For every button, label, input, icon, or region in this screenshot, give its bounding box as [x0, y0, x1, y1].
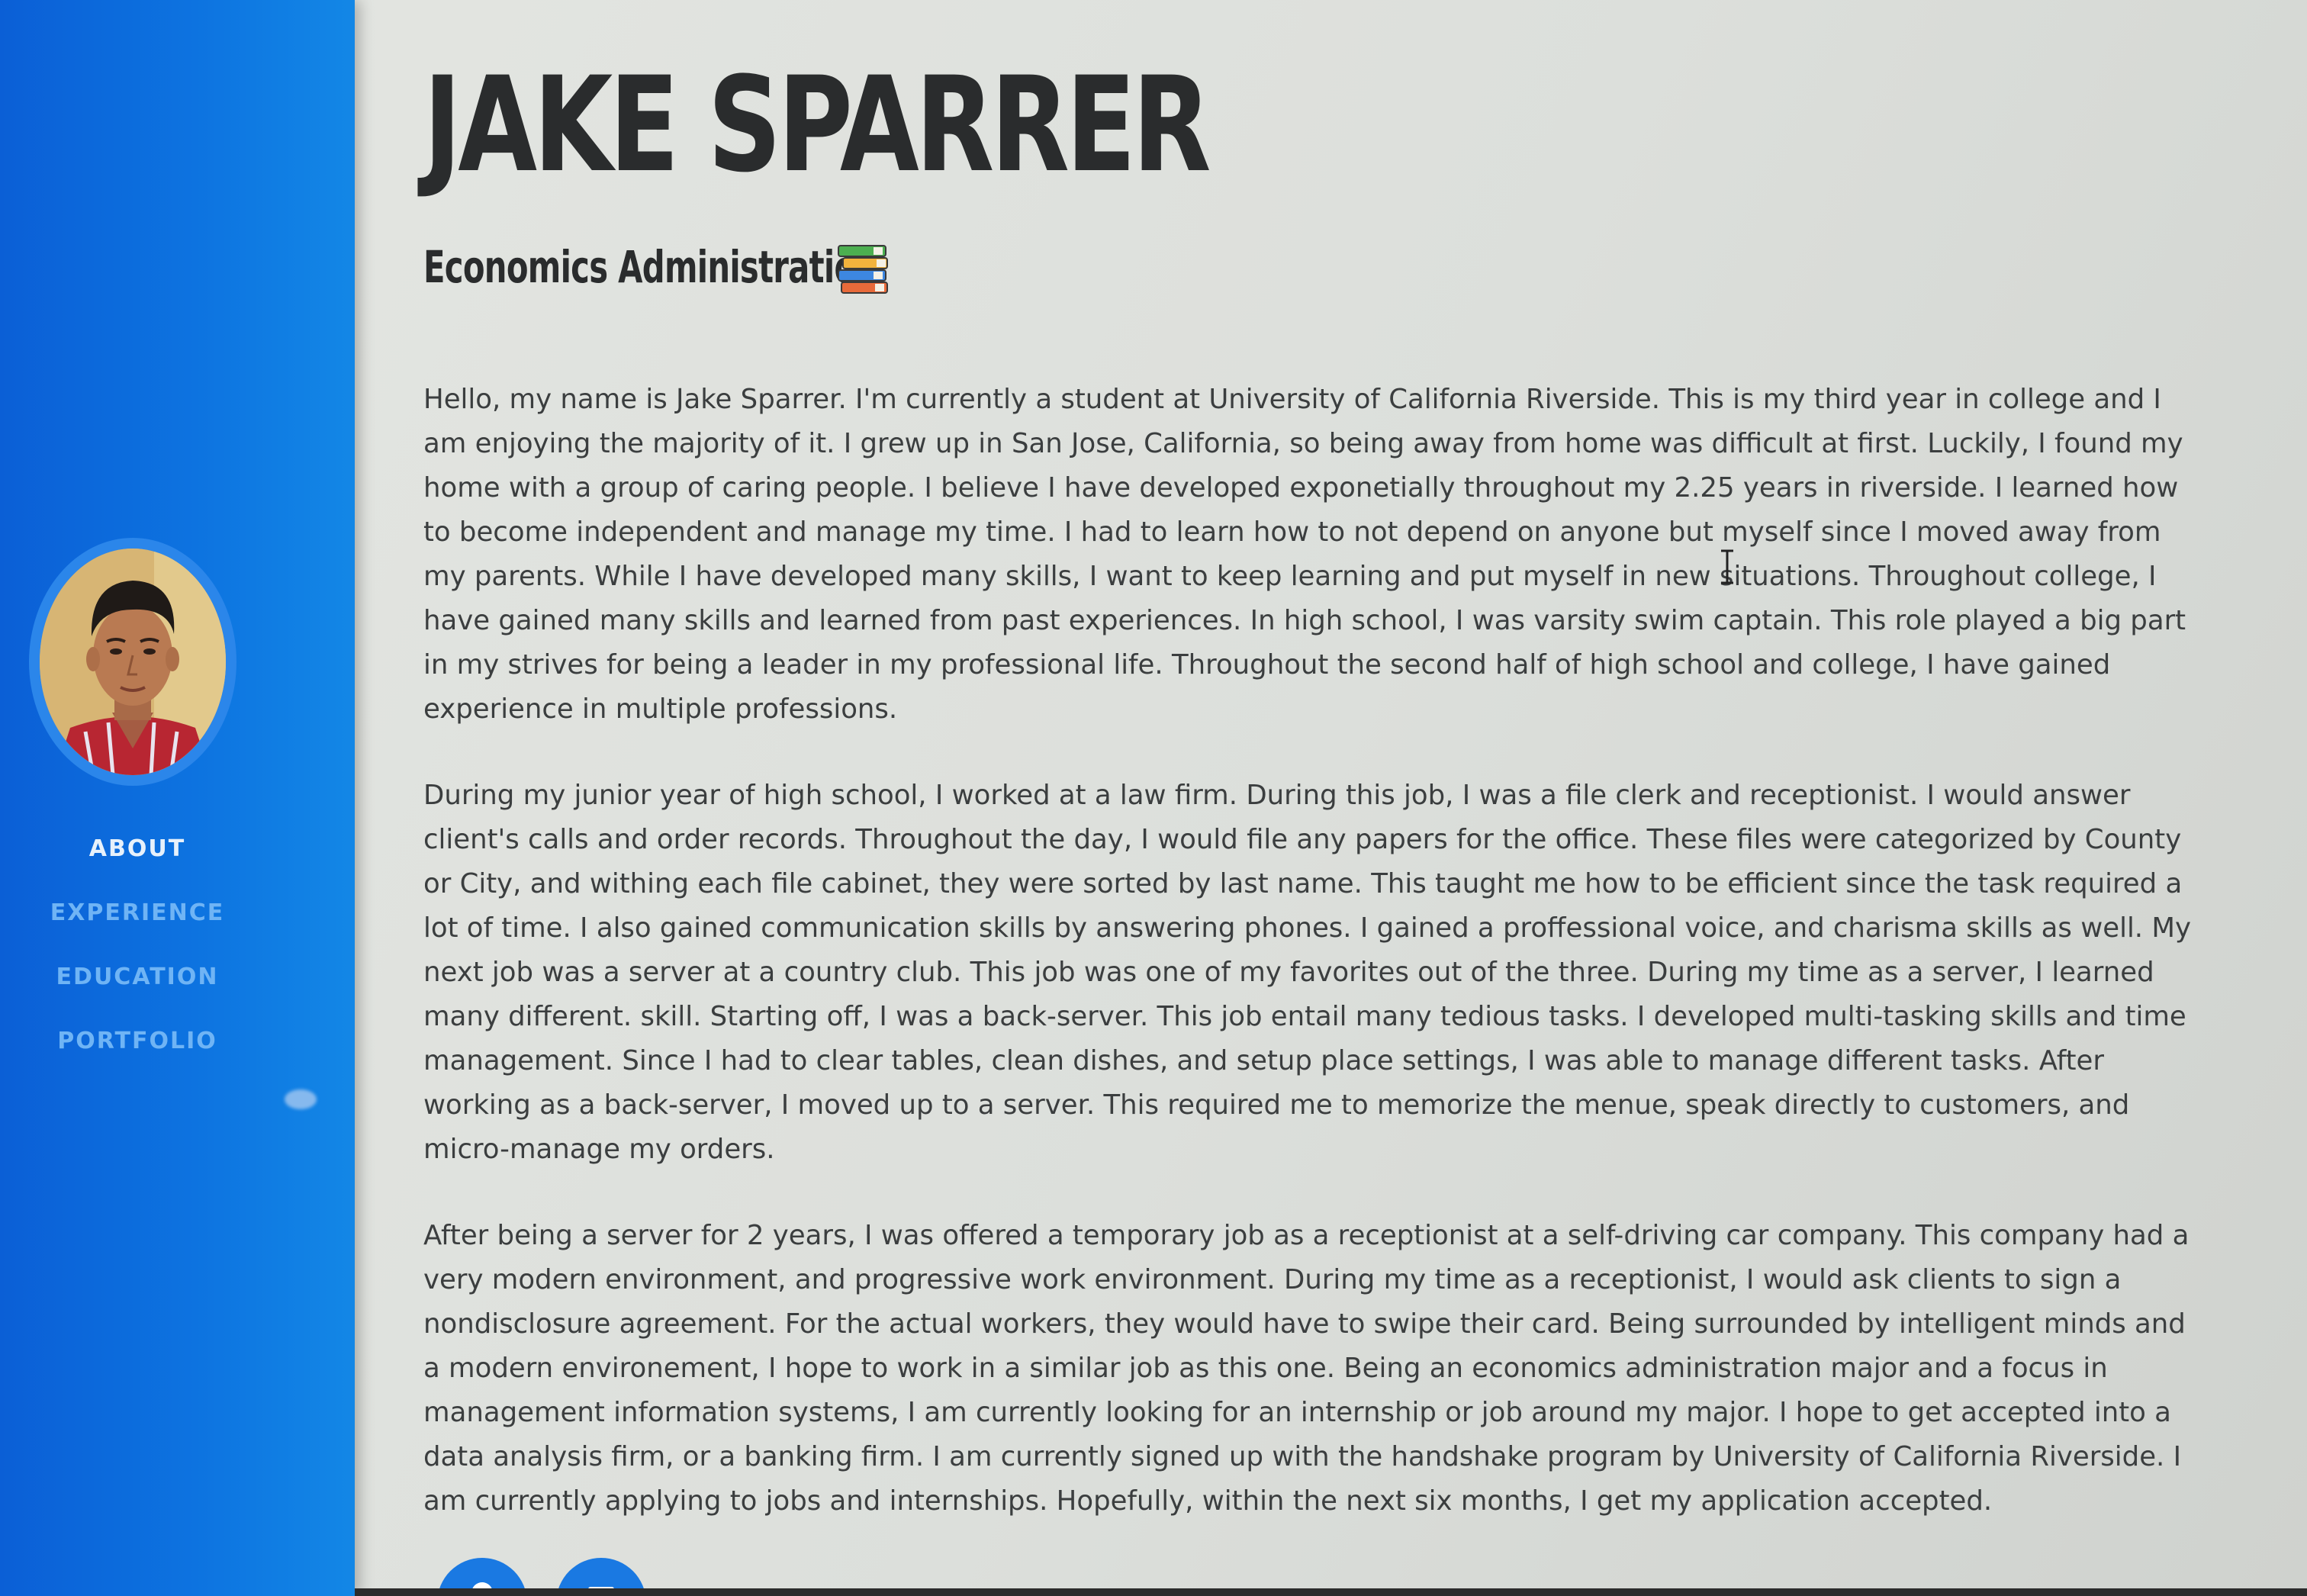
scroll-indicator-dot — [285, 1089, 317, 1109]
sidebar-nav: ABOUT EXPERIENCE EDUCATION PORTFOLIO — [0, 829, 275, 1085]
text-cursor-icon — [1721, 549, 1733, 584]
page-title: JAKE SPARRER — [423, 48, 1211, 201]
subtitle-row: Economics Administration — [423, 237, 1054, 298]
nav-item-education[interactable]: EDUCATION — [0, 957, 275, 1021]
sidebar-inner: ABOUT EXPERIENCE EDUCATION PORTFOLIO — [0, 0, 275, 1596]
avatar-portrait — [40, 549, 226, 775]
sidebar: ABOUT EXPERIENCE EDUCATION PORTFOLIO — [0, 0, 355, 1596]
nav-item-experience[interactable]: EXPERIENCE — [0, 893, 275, 957]
main-content: JAKE SPARRER Economics Administration He… — [423, 0, 2193, 1596]
nav-item-about[interactable]: ABOUT — [0, 829, 275, 893]
about-paragraph-3: After being a server for 2 years, I was … — [423, 1220, 2190, 1517]
books-icon — [838, 245, 888, 294]
about-paragraph-2: During my junior year of high school, I … — [423, 780, 2192, 1165]
bottom-edge — [355, 1588, 2307, 1596]
about-paragraph-1: Hello, my name is Jake Sparrer. I'm curr… — [423, 384, 2186, 725]
avatar — [29, 538, 236, 786]
nav-item-portfolio[interactable]: PORTFOLIO — [0, 1021, 275, 1085]
about-section: Hello, my name is Jake Sparrer. I'm curr… — [423, 378, 2193, 1565]
page: ABOUT EXPERIENCE EDUCATION PORTFOLIO JAK… — [0, 0, 2307, 1596]
page-subtitle: Economics Administration — [423, 241, 878, 293]
